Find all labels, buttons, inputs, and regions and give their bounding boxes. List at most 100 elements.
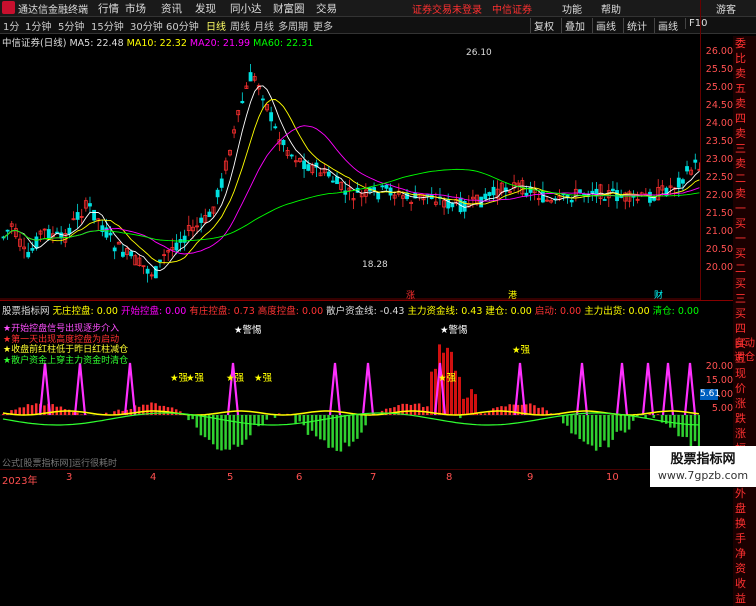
period-30min[interactable]: 30分钟 [130, 18, 163, 33]
candle-body [681, 180, 684, 184]
menu-trade[interactable]: 交易 [316, 1, 337, 16]
period-1fen[interactable]: 1分 [3, 18, 19, 33]
drawline-button[interactable]: 画线 [654, 18, 678, 33]
candle-body [76, 212, 79, 219]
candle-body [677, 178, 680, 187]
price-tick: 20.50 [706, 244, 733, 255]
restore-rights-button[interactable]: 复权 [530, 18, 554, 33]
green-bar [294, 415, 297, 424]
tab-sell4[interactable]: 卖四 [733, 96, 756, 126]
period-1min[interactable]: 1分钟 [25, 18, 51, 33]
menu-quotes[interactable]: 行情 [98, 1, 119, 16]
tab-buy3[interactable]: 买三 [733, 276, 756, 306]
stats-button[interactable]: 统计 [623, 18, 647, 33]
auto-adjust-label[interactable]: 自动调仓 [734, 336, 756, 364]
tab-nav[interactable]: 净资 [733, 546, 756, 576]
candle-body [175, 243, 178, 250]
candle-body [686, 167, 689, 171]
event-zhang: 涨 [406, 290, 415, 300]
red-bar [163, 406, 166, 415]
period-5min[interactable]: 5分钟 [58, 18, 84, 33]
menu-xiaoda[interactable]: 同小达 [230, 1, 262, 16]
red-bar [35, 403, 38, 415]
tab-sell3[interactable]: 卖三 [733, 126, 756, 156]
period-daily[interactable]: 日线 [206, 18, 226, 33]
green-bar [212, 415, 215, 444]
red-bar [175, 409, 178, 415]
tab-buy2[interactable]: 买二 [733, 246, 756, 276]
candle-body [331, 181, 334, 182]
control-spike [125, 363, 135, 415]
price-tick: 25.00 [706, 82, 733, 93]
tab-turnover[interactable]: 换手 [733, 516, 756, 546]
green-bar [673, 415, 676, 428]
candle-body [88, 204, 91, 206]
red-bar [171, 407, 174, 415]
green-bar [624, 415, 627, 432]
period-more[interactable]: 更多 [313, 18, 333, 33]
menu-news[interactable]: 资讯 [161, 1, 182, 16]
menu-wealth[interactable]: 财富圈 [273, 1, 305, 16]
red-bar [2, 414, 5, 415]
red-bar [142, 405, 145, 415]
red-bar [508, 404, 511, 415]
candle-body [541, 192, 544, 202]
tab-sell1[interactable]: 卖一 [733, 186, 756, 216]
period-60min[interactable]: 60分钟 [166, 18, 199, 33]
price-tick: 22.00 [706, 190, 733, 201]
red-bar [167, 407, 170, 415]
red-bar [533, 405, 536, 415]
candle-body [377, 193, 380, 199]
tab-sell5[interactable]: 卖五 [733, 66, 756, 96]
green-bar [686, 415, 689, 437]
candle-body [146, 269, 149, 273]
tab-buy4[interactable]: 买四 [733, 306, 756, 336]
draw-button[interactable]: 画线 [592, 18, 616, 33]
red-bar [418, 403, 421, 415]
ma5-line [4, 86, 700, 271]
period-multi[interactable]: 多周期 [278, 18, 308, 33]
tab-eps[interactable]: 收益 [733, 576, 756, 606]
login-status[interactable]: 证券交易未登录 [412, 1, 482, 16]
period-15min[interactable]: 15分钟 [91, 18, 124, 33]
red-bar [462, 399, 465, 415]
date-axis: 2023年 3 4 5 6 7 8 9 10 [0, 469, 736, 488]
candle-body [130, 252, 133, 256]
green-bar [348, 415, 351, 446]
menu-market[interactable]: 市场 [125, 1, 146, 16]
green-bar [364, 415, 367, 425]
candle-body [208, 212, 211, 217]
tab-price[interactable]: 现价 [733, 366, 756, 396]
tab-outer[interactable]: 外盘 [733, 486, 756, 516]
tab-weibi[interactable]: 委比 [733, 36, 756, 66]
green-bar [315, 415, 318, 436]
candle-body [270, 113, 273, 121]
help-menu[interactable]: 帮助 [601, 1, 621, 16]
candle-body [6, 230, 9, 231]
kline-chart[interactable]: 26.1018.28涨港财 [0, 45, 700, 300]
candle-body [249, 73, 252, 81]
green-bar [331, 415, 334, 448]
tab-change[interactable]: 涨跌 [733, 396, 756, 426]
tab-sell2[interactable]: 卖二 [733, 156, 756, 186]
menu-discover[interactable]: 发现 [195, 1, 216, 16]
period-weekly[interactable]: 周线 [230, 18, 250, 33]
overlay-button[interactable]: 叠加 [561, 18, 585, 33]
candle-body [488, 192, 491, 195]
candle-body [282, 140, 285, 144]
function-menu[interactable]: 功能 [562, 1, 582, 16]
tab-buy1[interactable]: 买一 [733, 216, 756, 246]
price-tick: 22.50 [706, 172, 733, 183]
green-bar [603, 415, 606, 441]
control-spike [577, 363, 587, 415]
green-bar [340, 415, 343, 452]
red-bar [130, 409, 133, 415]
green-bar [599, 415, 602, 447]
candle-body [60, 233, 63, 238]
price-tick: 23.00 [706, 154, 733, 165]
candle-body [385, 185, 388, 188]
broker-name[interactable]: 中信证券 [492, 1, 532, 16]
green-bar [204, 415, 207, 437]
period-monthly[interactable]: 月线 [254, 18, 274, 33]
candle-body [68, 228, 71, 234]
